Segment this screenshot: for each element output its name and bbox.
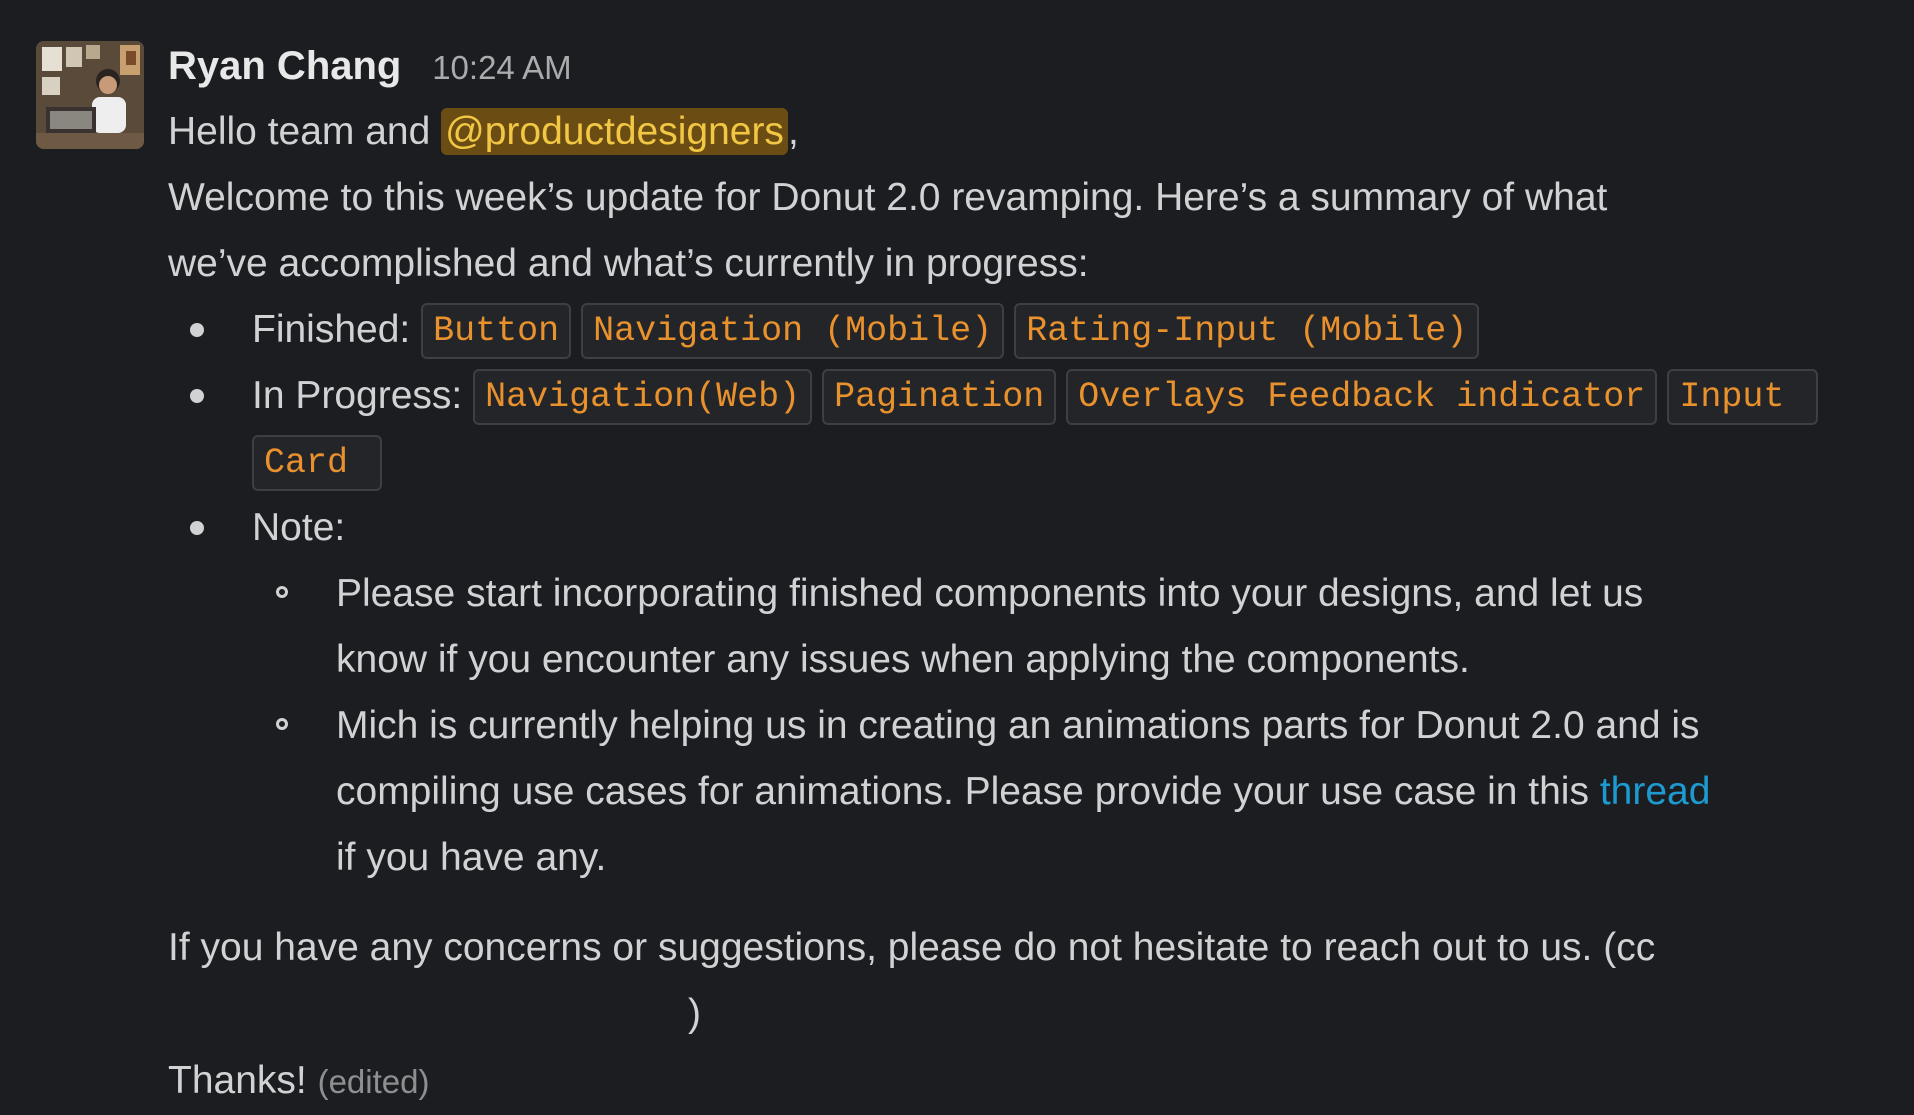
closing-line-2: ) <box>688 992 701 1035</box>
message-timestamp[interactable]: 10:24 AM <box>432 49 571 86</box>
message-header: Ryan Chang 10:24 AM <box>168 33 572 99</box>
thanks-text: Thanks! <box>168 1059 307 1102</box>
finished-label: Finished: <box>252 308 411 351</box>
sender-name[interactable]: Ryan Chang <box>168 44 401 88</box>
thread-link[interactable]: thread <box>1600 770 1711 813</box>
note1-line-2: know if you encounter any issues when ap… <box>336 638 1470 681</box>
code-tag: Rating-Input (Mobile) <box>1014 303 1480 359</box>
intro-line-2: we’ve accomplished and what’s currently … <box>168 242 1089 285</box>
note-label: Note: <box>252 506 346 549</box>
code-tag: Navigation(Web) <box>473 369 813 425</box>
in-progress-row-wrap: Card <box>252 429 392 495</box>
edited-marker: (edited) <box>317 1063 430 1100</box>
greeting-prefix: Hello team and <box>168 110 442 153</box>
hollow-bullet-icon <box>276 586 288 598</box>
closing-line-1: If you have any concerns or suggestions,… <box>168 926 1656 969</box>
in-progress-label: In Progress: <box>252 374 463 417</box>
note1-line-1: Please start incorporating finished comp… <box>336 572 1644 615</box>
code-tag: Navigation (Mobile) <box>581 303 1005 359</box>
note2-line-2: compiling use cases for animations. Plea… <box>336 759 1710 825</box>
in-progress-row: In Progress: Navigation(Web) Pagination Ov… <box>252 363 1828 429</box>
note2-line-3: if you have any. <box>336 836 607 879</box>
finished-row: Finished: Button Navigation (Mobile) Ratin… <box>252 297 1489 363</box>
chat-message: Ryan Chang 10:24 AM Hello team and @prod… <box>0 0 1914 1110</box>
avatar[interactable] <box>36 41 144 149</box>
intro-line-1: Welcome to this week’s update for Donut … <box>168 176 1608 219</box>
code-tag: Card <box>252 435 383 491</box>
user-group-mention[interactable]: @productdesigners <box>441 108 788 155</box>
code-tag: Button <box>421 303 572 359</box>
thanks-line: Thanks! (edited) <box>168 1048 429 1115</box>
hollow-bullet-icon <box>276 718 288 730</box>
note2-line-2-text: compiling use cases for animations. Plea… <box>336 770 1600 813</box>
code-tag: Input <box>1667 369 1819 425</box>
greeting-line: Hello team and @productdesigners, <box>168 99 799 165</box>
greeting-suffix: , <box>787 110 799 153</box>
code-tag: Overlays Feedback indicator <box>1066 369 1658 425</box>
bullet-icon <box>190 323 204 337</box>
note2-line-1: Mich is currently helping us in creating… <box>336 704 1700 747</box>
bullet-icon <box>190 521 204 535</box>
bullet-icon <box>190 389 204 403</box>
code-tag: Pagination <box>822 369 1057 425</box>
